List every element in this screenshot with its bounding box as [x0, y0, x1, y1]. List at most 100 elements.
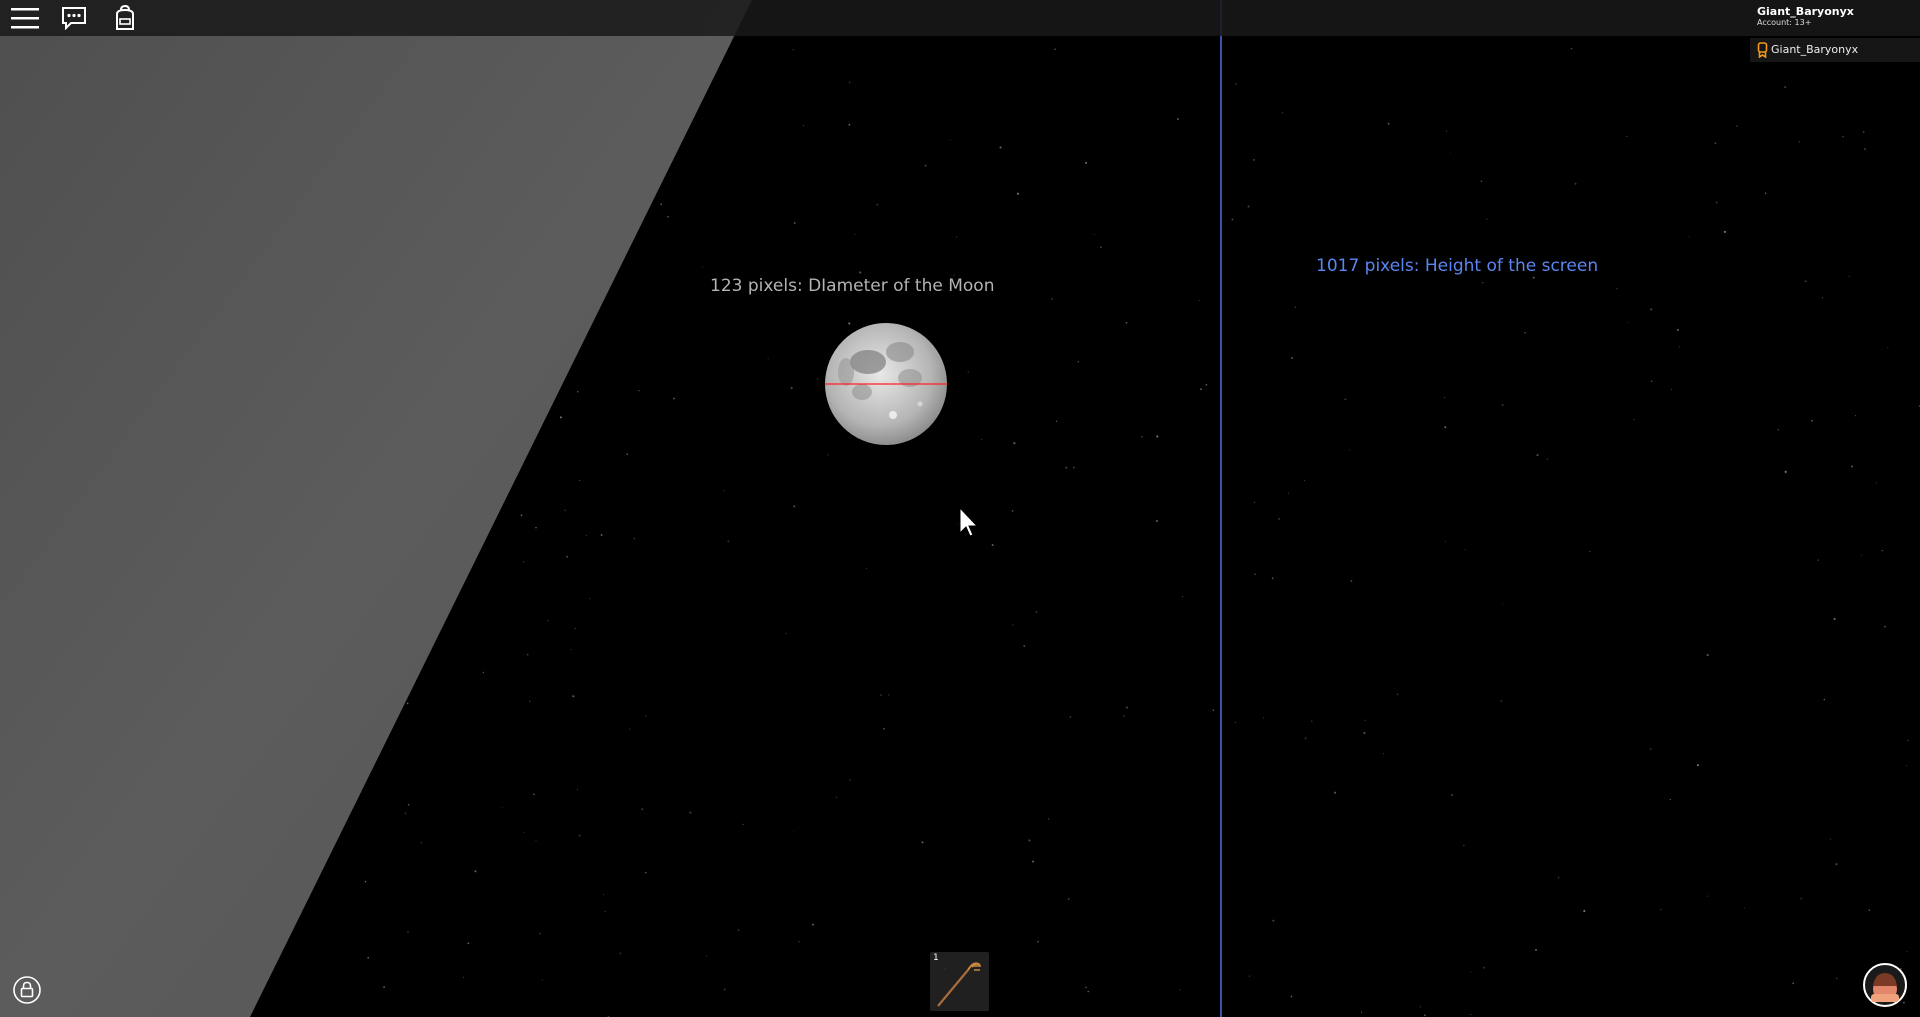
star	[1252, 158, 1256, 161]
star	[420, 842, 423, 844]
star	[1212, 709, 1215, 712]
star	[1235, 83, 1237, 85]
star	[546, 619, 549, 622]
star	[574, 628, 576, 629]
star	[991, 544, 994, 547]
star	[1037, 940, 1039, 943]
star	[1861, 554, 1863, 556]
star	[980, 438, 983, 441]
star	[1811, 419, 1813, 422]
star	[817, 378, 819, 380]
shift-lock-icon[interactable]	[12, 975, 42, 1005]
star	[921, 841, 924, 844]
star	[1294, 306, 1296, 308]
star	[865, 567, 868, 569]
star	[1198, 299, 1200, 301]
star	[793, 222, 796, 224]
star	[1821, 297, 1823, 299]
star	[1589, 550, 1591, 553]
star	[1835, 863, 1838, 866]
star	[660, 203, 663, 206]
star	[1670, 388, 1673, 390]
star	[1660, 909, 1662, 911]
star	[577, 788, 578, 790]
star	[1570, 47, 1573, 50]
hamburger-menu-icon[interactable]	[9, 2, 41, 34]
star	[1626, 321, 1629, 324]
star	[1502, 603, 1503, 605]
star	[1449, 151, 1451, 153]
star	[1678, 346, 1680, 348]
star	[1013, 442, 1016, 445]
star	[723, 988, 726, 991]
star	[1804, 280, 1807, 283]
star	[629, 728, 631, 730]
star	[1823, 698, 1826, 701]
star	[1736, 125, 1738, 127]
star	[1583, 909, 1586, 913]
star	[1486, 218, 1488, 220]
star	[482, 671, 484, 674]
star	[1481, 281, 1484, 284]
chat-bubble-icon[interactable]	[58, 2, 90, 34]
star	[1864, 148, 1867, 151]
star	[1087, 990, 1089, 993]
star	[533, 793, 535, 795]
star	[1800, 897, 1802, 900]
star	[1231, 218, 1234, 221]
player-name: Giant_Baryonyx	[1771, 43, 1859, 56]
backpack-icon[interactable]	[109, 2, 141, 34]
star	[1557, 876, 1560, 879]
star	[645, 871, 647, 874]
star	[1278, 518, 1280, 520]
star	[1650, 748, 1652, 750]
star	[1123, 715, 1125, 717]
star	[1500, 700, 1502, 702]
star	[604, 910, 606, 912]
star	[883, 727, 885, 730]
star	[535, 526, 537, 529]
star	[1303, 479, 1306, 482]
star	[566, 555, 569, 558]
star	[1272, 919, 1275, 922]
game-viewport[interactable]	[0, 0, 1920, 1017]
star	[876, 203, 879, 206]
star	[1574, 182, 1577, 185]
hotbar-slot-1[interactable]: 1	[930, 952, 989, 1011]
moon-diameter-label: 123 pixels: DIameter of the Moon	[710, 276, 995, 296]
star	[957, 524, 959, 525]
star	[529, 700, 531, 702]
star	[1451, 794, 1453, 796]
star	[520, 514, 523, 517]
star	[1833, 617, 1836, 621]
star	[1854, 415, 1856, 417]
star	[539, 932, 541, 935]
star	[1181, 596, 1184, 598]
star	[1446, 130, 1448, 132]
star	[1616, 288, 1618, 290]
star	[1906, 765, 1907, 767]
player-list-row[interactable]: Giant_Baryonyx	[1750, 38, 1920, 62]
star	[1069, 716, 1072, 718]
star	[1829, 838, 1832, 840]
star	[589, 598, 591, 600]
star	[641, 808, 644, 811]
star	[1480, 180, 1483, 183]
avatar-emote-button[interactable]	[1862, 962, 1908, 1008]
star	[798, 940, 800, 943]
star	[367, 956, 370, 959]
star	[406, 702, 409, 705]
star	[1464, 548, 1466, 550]
star	[1155, 520, 1158, 522]
star	[723, 489, 725, 492]
star	[1470, 971, 1472, 973]
star	[585, 534, 587, 536]
star	[1784, 86, 1787, 89]
star	[949, 139, 951, 141]
star	[1744, 907, 1746, 909]
star	[702, 266, 704, 268]
star	[1868, 909, 1870, 911]
star	[619, 952, 622, 955]
star	[1626, 135, 1628, 137]
star	[1254, 573, 1257, 576]
